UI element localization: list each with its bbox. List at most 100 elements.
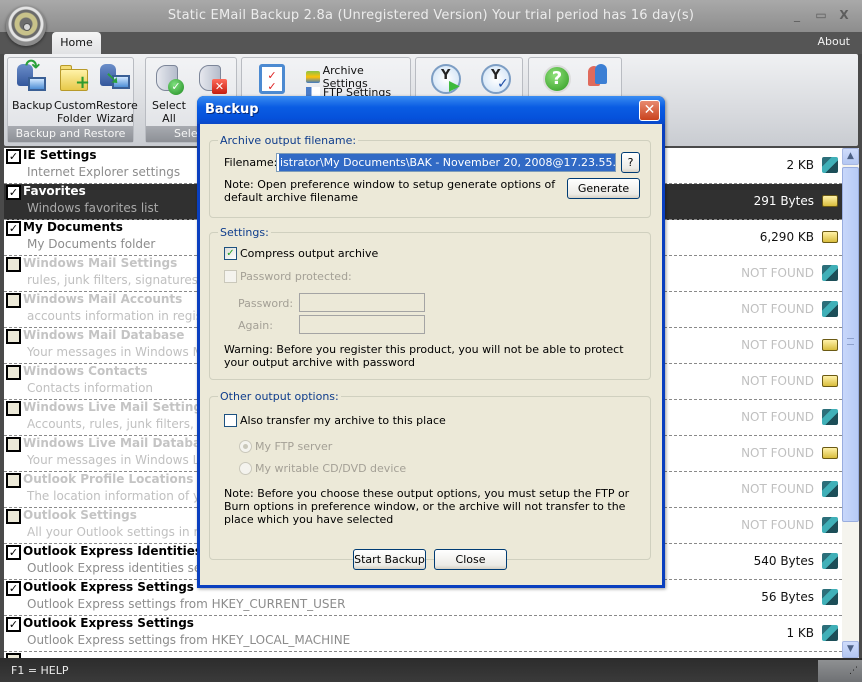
start-backup-button[interactable]: Start Backup [353,549,426,570]
dialog-close-text-button[interactable]: Close [434,549,507,570]
item-checkbox[interactable] [6,437,21,452]
filename-help-button[interactable]: ? [621,152,640,173]
item-name: My Documents [23,220,123,234]
vertical-scrollbar[interactable]: ▲ ▼ [842,148,859,658]
about-link[interactable]: About [817,35,850,48]
item-size: NOT FOUND [741,302,814,316]
ftp-server-label: My FTP server [255,440,333,453]
tab-strip [0,32,862,54]
item-checkbox[interactable]: ✓ [6,617,21,632]
status-text: F1 = HELP [11,664,69,677]
item-size: 291 Bytes [753,194,814,208]
ribbon-group-backup-restore: ↷ Backup + Custom Folder ➘ Restore Wizar… [7,57,138,143]
ftp-server-radio[interactable] [239,440,252,453]
item-description: accounts information in registry [27,309,219,323]
select-all-button[interactable]: ✓ Select All [149,60,189,125]
item-size: NOT FOUND [741,266,814,280]
output-note: Note: Before you choose these output opt… [224,487,630,526]
backup-button[interactable]: ↷ Backup [12,58,52,113]
item-size: NOT FOUND [741,410,814,424]
registry-icon [822,409,838,425]
item-name: Windows Live Mail Settings [23,400,210,414]
minimize-button[interactable]: _ [789,8,805,22]
dialog-close-button[interactable]: ✕ [639,100,660,121]
item-checkbox[interactable] [6,329,21,344]
registry-icon [822,265,838,281]
tab-home[interactable]: Home [52,32,101,54]
registry-icon [822,553,838,569]
registry-icon [822,625,838,641]
item-name: IE Settings [23,148,97,162]
restore-wizard-icon: ➘ [98,62,132,96]
compress-checkbox[interactable]: ✓ [224,247,237,260]
register-button[interactable] [579,60,619,99]
registry-icon [822,589,838,605]
custom-folder-button[interactable]: + Custom Folder [54,60,96,125]
status-bar: F1 = HELP ⋰ [0,658,862,682]
compress-label: Compress output archive [240,247,379,260]
settings-group: Settings: ✓ Compress output archive Pass… [209,226,651,380]
cd-dvd-radio[interactable] [239,462,252,475]
item-size: NOT FOUND [741,446,814,460]
filename-input[interactable]: istrator\My Documents\BAK - November 20,… [276,153,616,172]
item-checkbox[interactable]: ✓ [6,581,21,596]
item-size: 2 KB [786,158,814,172]
password-again-input[interactable] [299,315,425,334]
item-checkbox[interactable] [6,365,21,380]
item-name: Windows Live Mail Database [23,436,217,450]
item-checkbox[interactable]: ✓ [6,149,21,164]
close-window-button[interactable]: X [836,8,852,22]
item-size: NOT FOUND [741,518,814,532]
scroll-grip-icon [847,338,854,345]
item-checkbox[interactable] [6,509,21,524]
help-button[interactable]: ? [537,60,577,99]
item-checkbox[interactable] [6,401,21,416]
item-name: Windows Mail Accounts [23,292,183,306]
item-description: rules, junk filters, signatures, et [27,273,218,287]
item-description: All your Outlook settings in regi [27,525,217,539]
cd-dvd-label: My writable CD/DVD device [255,462,407,475]
other-output-legend: Other output options: [218,390,341,403]
item-size: NOT FOUND [741,338,814,352]
item-name: Windows Contacts [23,364,148,378]
registry-icon [822,517,838,533]
password-label: Password: [238,297,294,310]
item-description: Internet Explorer settings [27,165,181,179]
schedule-check-button[interactable]: ✓ [476,60,516,99]
folder-icon [822,447,838,459]
item-size: 56 Bytes [761,590,814,604]
transfer-checkbox[interactable] [224,414,237,427]
item-checkbox[interactable]: ✓ [6,185,21,200]
scroll-down-button[interactable]: ▼ [842,641,859,658]
generate-button[interactable]: Generate [567,178,640,199]
password-protected-checkbox[interactable] [224,270,237,283]
unselect-all-button[interactable]: ✕ [192,60,232,99]
resize-grip-icon[interactable]: ⋰ [818,660,862,682]
again-label: Again: [238,319,273,332]
folder-icon [822,339,838,351]
list-item[interactable]: ✓ Outlook Express Settings Outlook Express… [4,616,842,652]
preferences-checklist-icon: ✓ ✓ [255,62,289,96]
app-menu-orb-icon[interactable] [6,6,46,46]
restore-wizard-button[interactable]: ➘ Restore Wizard [96,60,138,125]
registry-icon [822,157,838,173]
schedule-run-button[interactable]: ▶ [426,60,466,99]
item-checkbox[interactable] [6,473,21,488]
item-checkbox[interactable] [6,293,21,308]
scroll-up-button[interactable]: ▲ [842,148,859,165]
item-checkbox[interactable]: ✓ [6,221,21,236]
item-description: My Documents folder [27,237,156,251]
folder-icon [822,195,838,207]
item-checkbox[interactable]: ✓ [6,545,21,560]
item-size: 1 KB [786,626,814,640]
group-label-backup-restore: Backup and Restore [8,126,133,142]
register-keys-icon [582,62,616,96]
item-name: Outlook Express Identities [23,544,203,558]
password-input[interactable] [299,293,425,312]
scroll-thumb[interactable] [842,167,859,522]
maximize-button[interactable]: ▭ [813,8,829,22]
filename-label: Filename: [224,156,278,169]
preferences-button[interactable]: ✓ ✓ [252,60,292,99]
item-checkbox[interactable] [6,257,21,272]
other-output-group: Other output options: Also transfer my a… [209,390,651,560]
